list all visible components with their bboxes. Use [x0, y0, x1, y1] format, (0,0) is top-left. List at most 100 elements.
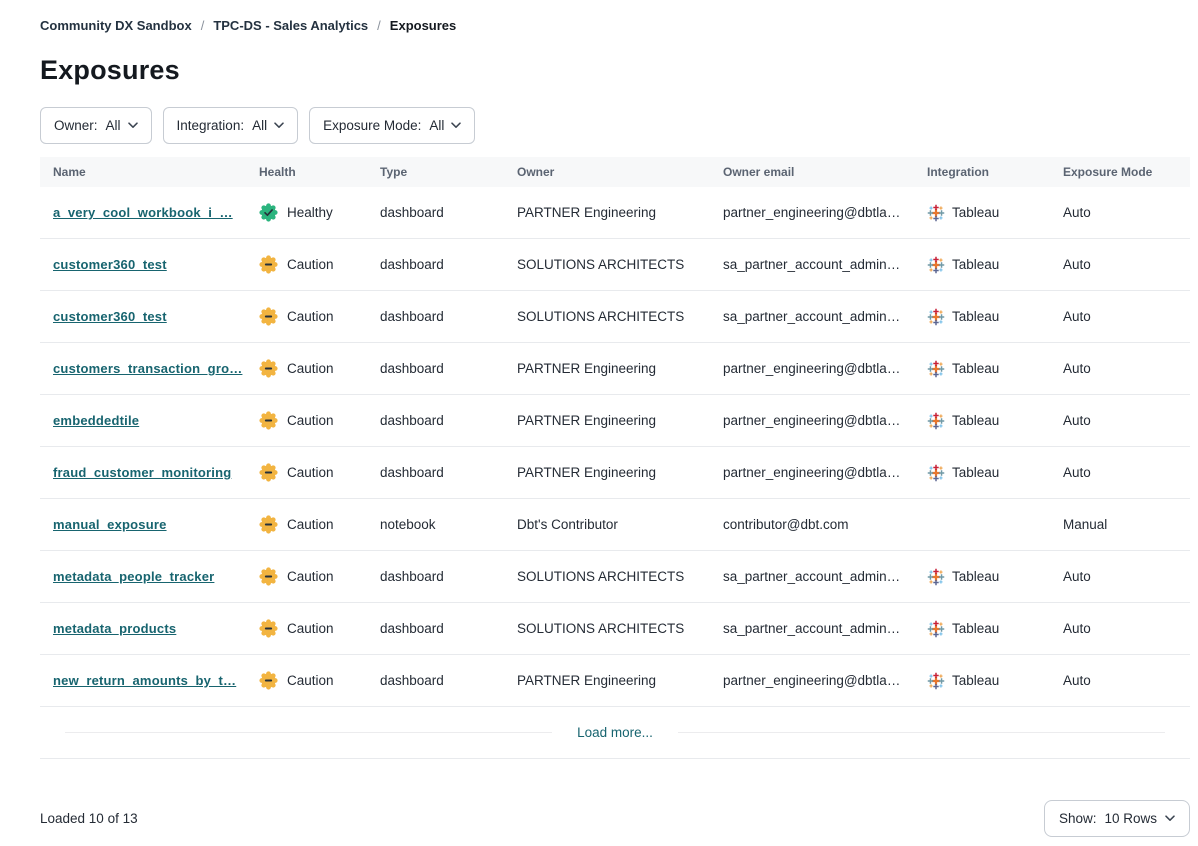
integration-cell: Tableau — [927, 568, 1063, 586]
breadcrumb: Community DX Sandbox / TPC-DS - Sales An… — [40, 18, 1190, 33]
health-label: Caution — [287, 361, 334, 376]
owner-filter-dropdown[interactable]: Owner: All — [40, 107, 152, 144]
integration-cell: Tableau — [927, 308, 1063, 326]
tableau-icon — [927, 568, 945, 586]
owner-email-cell: sa_partner_account_admin… — [723, 257, 927, 272]
load-more-row: Load more... — [40, 707, 1190, 759]
divider — [65, 732, 552, 733]
health-label: Caution — [287, 569, 334, 584]
owner-email-cell: contributor@dbt.com — [723, 517, 927, 532]
rows-per-page-dropdown[interactable]: Show: 10 Rows — [1044, 800, 1190, 837]
owner-cell: SOLUTIONS ARCHITECTS — [517, 569, 723, 584]
exposure-name-link[interactable]: customer360_test — [53, 309, 167, 324]
exposure-mode-cell: Auto — [1063, 621, 1190, 636]
health-label: Caution — [287, 413, 334, 428]
table-row: customer360_test Caution dashboard SOLUT… — [40, 291, 1190, 343]
exposure-mode-cell: Auto — [1063, 257, 1190, 272]
column-header-owner-email: Owner email — [723, 165, 927, 179]
owner-cell: PARTNER Engineering — [517, 361, 723, 376]
filter-label: Exposure Mode: — [323, 118, 421, 133]
breadcrumb-separator: / — [377, 18, 381, 33]
caution-badge-icon — [259, 255, 278, 274]
integration-label: Tableau — [952, 569, 999, 584]
show-value: 10 Rows — [1104, 811, 1157, 826]
exposure-name-link[interactable]: embeddedtile — [53, 413, 139, 428]
caution-badge-icon — [259, 359, 278, 378]
exposure-mode-cell: Auto — [1063, 569, 1190, 584]
caution-badge-icon — [259, 463, 278, 482]
owner-cell: PARTNER Engineering — [517, 413, 723, 428]
health-label: Healthy — [287, 205, 333, 220]
exposure-name-link[interactable]: a_very_cool_workbook_i_… — [53, 205, 233, 220]
type-cell: dashboard — [380, 205, 517, 220]
exposure-name-link[interactable]: new_return_amounts_by_t… — [53, 673, 236, 688]
owner-email-cell: sa_partner_account_admin… — [723, 621, 927, 636]
exposure-name-link[interactable]: manual_exposure — [53, 517, 167, 532]
exposure-mode-cell: Auto — [1063, 309, 1190, 324]
health-label: Caution — [287, 465, 334, 480]
integration-filter-dropdown[interactable]: Integration: All — [163, 107, 299, 144]
type-cell: dashboard — [380, 465, 517, 480]
column-header-type: Type — [380, 165, 517, 179]
filter-label: Integration: — [177, 118, 245, 133]
divider — [678, 732, 1165, 733]
breadcrumb-item-current: Exposures — [390, 18, 456, 33]
breadcrumb-item-project[interactable]: Community DX Sandbox — [40, 18, 192, 33]
breadcrumb-item-environment[interactable]: TPC-DS - Sales Analytics — [213, 18, 368, 33]
type-cell: dashboard — [380, 309, 517, 324]
type-cell: dashboard — [380, 257, 517, 272]
health-label: Caution — [287, 673, 334, 688]
show-label: Show: — [1059, 811, 1097, 826]
column-header-name: Name — [53, 165, 259, 179]
caution-badge-icon — [259, 671, 278, 690]
column-header-exposure-mode: Exposure Mode — [1063, 165, 1190, 179]
filter-value: All — [106, 118, 121, 133]
integration-label: Tableau — [952, 257, 999, 272]
table-row: metadata_people_tracker Caution dashboar… — [40, 551, 1190, 603]
column-header-owner: Owner — [517, 165, 723, 179]
chevron-down-icon — [1165, 815, 1175, 822]
type-cell: dashboard — [380, 361, 517, 376]
load-more-link[interactable]: Load more... — [577, 725, 653, 740]
integration-cell: Tableau — [927, 620, 1063, 638]
integration-label: Tableau — [952, 673, 999, 688]
exposures-page: Community DX Sandbox / TPC-DS - Sales An… — [0, 0, 1190, 837]
exposure-name-link[interactable]: customers_transaction_gro… — [53, 361, 242, 376]
owner-email-cell: sa_partner_account_admin… — [723, 569, 927, 584]
owner-email-cell: partner_engineering@dbtla… — [723, 673, 927, 688]
exposures-table: Name Health Type Owner Owner email Integ… — [40, 157, 1190, 759]
exposure-mode-cell: Auto — [1063, 205, 1190, 220]
exposure-name-link[interactable]: fraud_customer_monitoring — [53, 465, 231, 480]
exposure-name-link[interactable]: customer360_test — [53, 257, 167, 272]
integration-label: Tableau — [952, 465, 999, 480]
exposure-name-link[interactable]: metadata_people_tracker — [53, 569, 214, 584]
exposure-mode-filter-dropdown[interactable]: Exposure Mode: All — [309, 107, 475, 144]
owner-cell: PARTNER Engineering — [517, 673, 723, 688]
page-title: Exposures — [40, 55, 1190, 86]
integration-label: Tableau — [952, 413, 999, 428]
tableau-icon — [927, 620, 945, 638]
tableau-icon — [927, 672, 945, 690]
table-row: metadata_products Caution dashboard SOLU… — [40, 603, 1190, 655]
exposure-name-link[interactable]: metadata_products — [53, 621, 176, 636]
exposure-mode-cell: Manual — [1063, 517, 1190, 532]
integration-label: Tableau — [952, 205, 999, 220]
table-row: customer360_test Caution dashboard SOLUT… — [40, 239, 1190, 291]
table-header-row: Name Health Type Owner Owner email Integ… — [40, 157, 1190, 187]
integration-label: Tableau — [952, 621, 999, 636]
table-row: fraud_customer_monitoring Caution dashbo… — [40, 447, 1190, 499]
tableau-icon — [927, 204, 945, 222]
type-cell: dashboard — [380, 569, 517, 584]
table-footer: Loaded 10 of 13 Show: 10 Rows — [40, 800, 1190, 837]
owner-email-cell: partner_engineering@dbtla… — [723, 465, 927, 480]
owner-cell: SOLUTIONS ARCHITECTS — [517, 621, 723, 636]
tableau-icon — [927, 412, 945, 430]
filter-value: All — [252, 118, 267, 133]
tableau-icon — [927, 308, 945, 326]
table-row: a_very_cool_workbook_i_… Healthy dashboa… — [40, 187, 1190, 239]
health-label: Caution — [287, 517, 334, 532]
healthy-badge-icon — [259, 203, 278, 222]
owner-email-cell: partner_engineering@dbtla… — [723, 413, 927, 428]
tableau-icon — [927, 464, 945, 482]
owner-cell: PARTNER Engineering — [517, 465, 723, 480]
